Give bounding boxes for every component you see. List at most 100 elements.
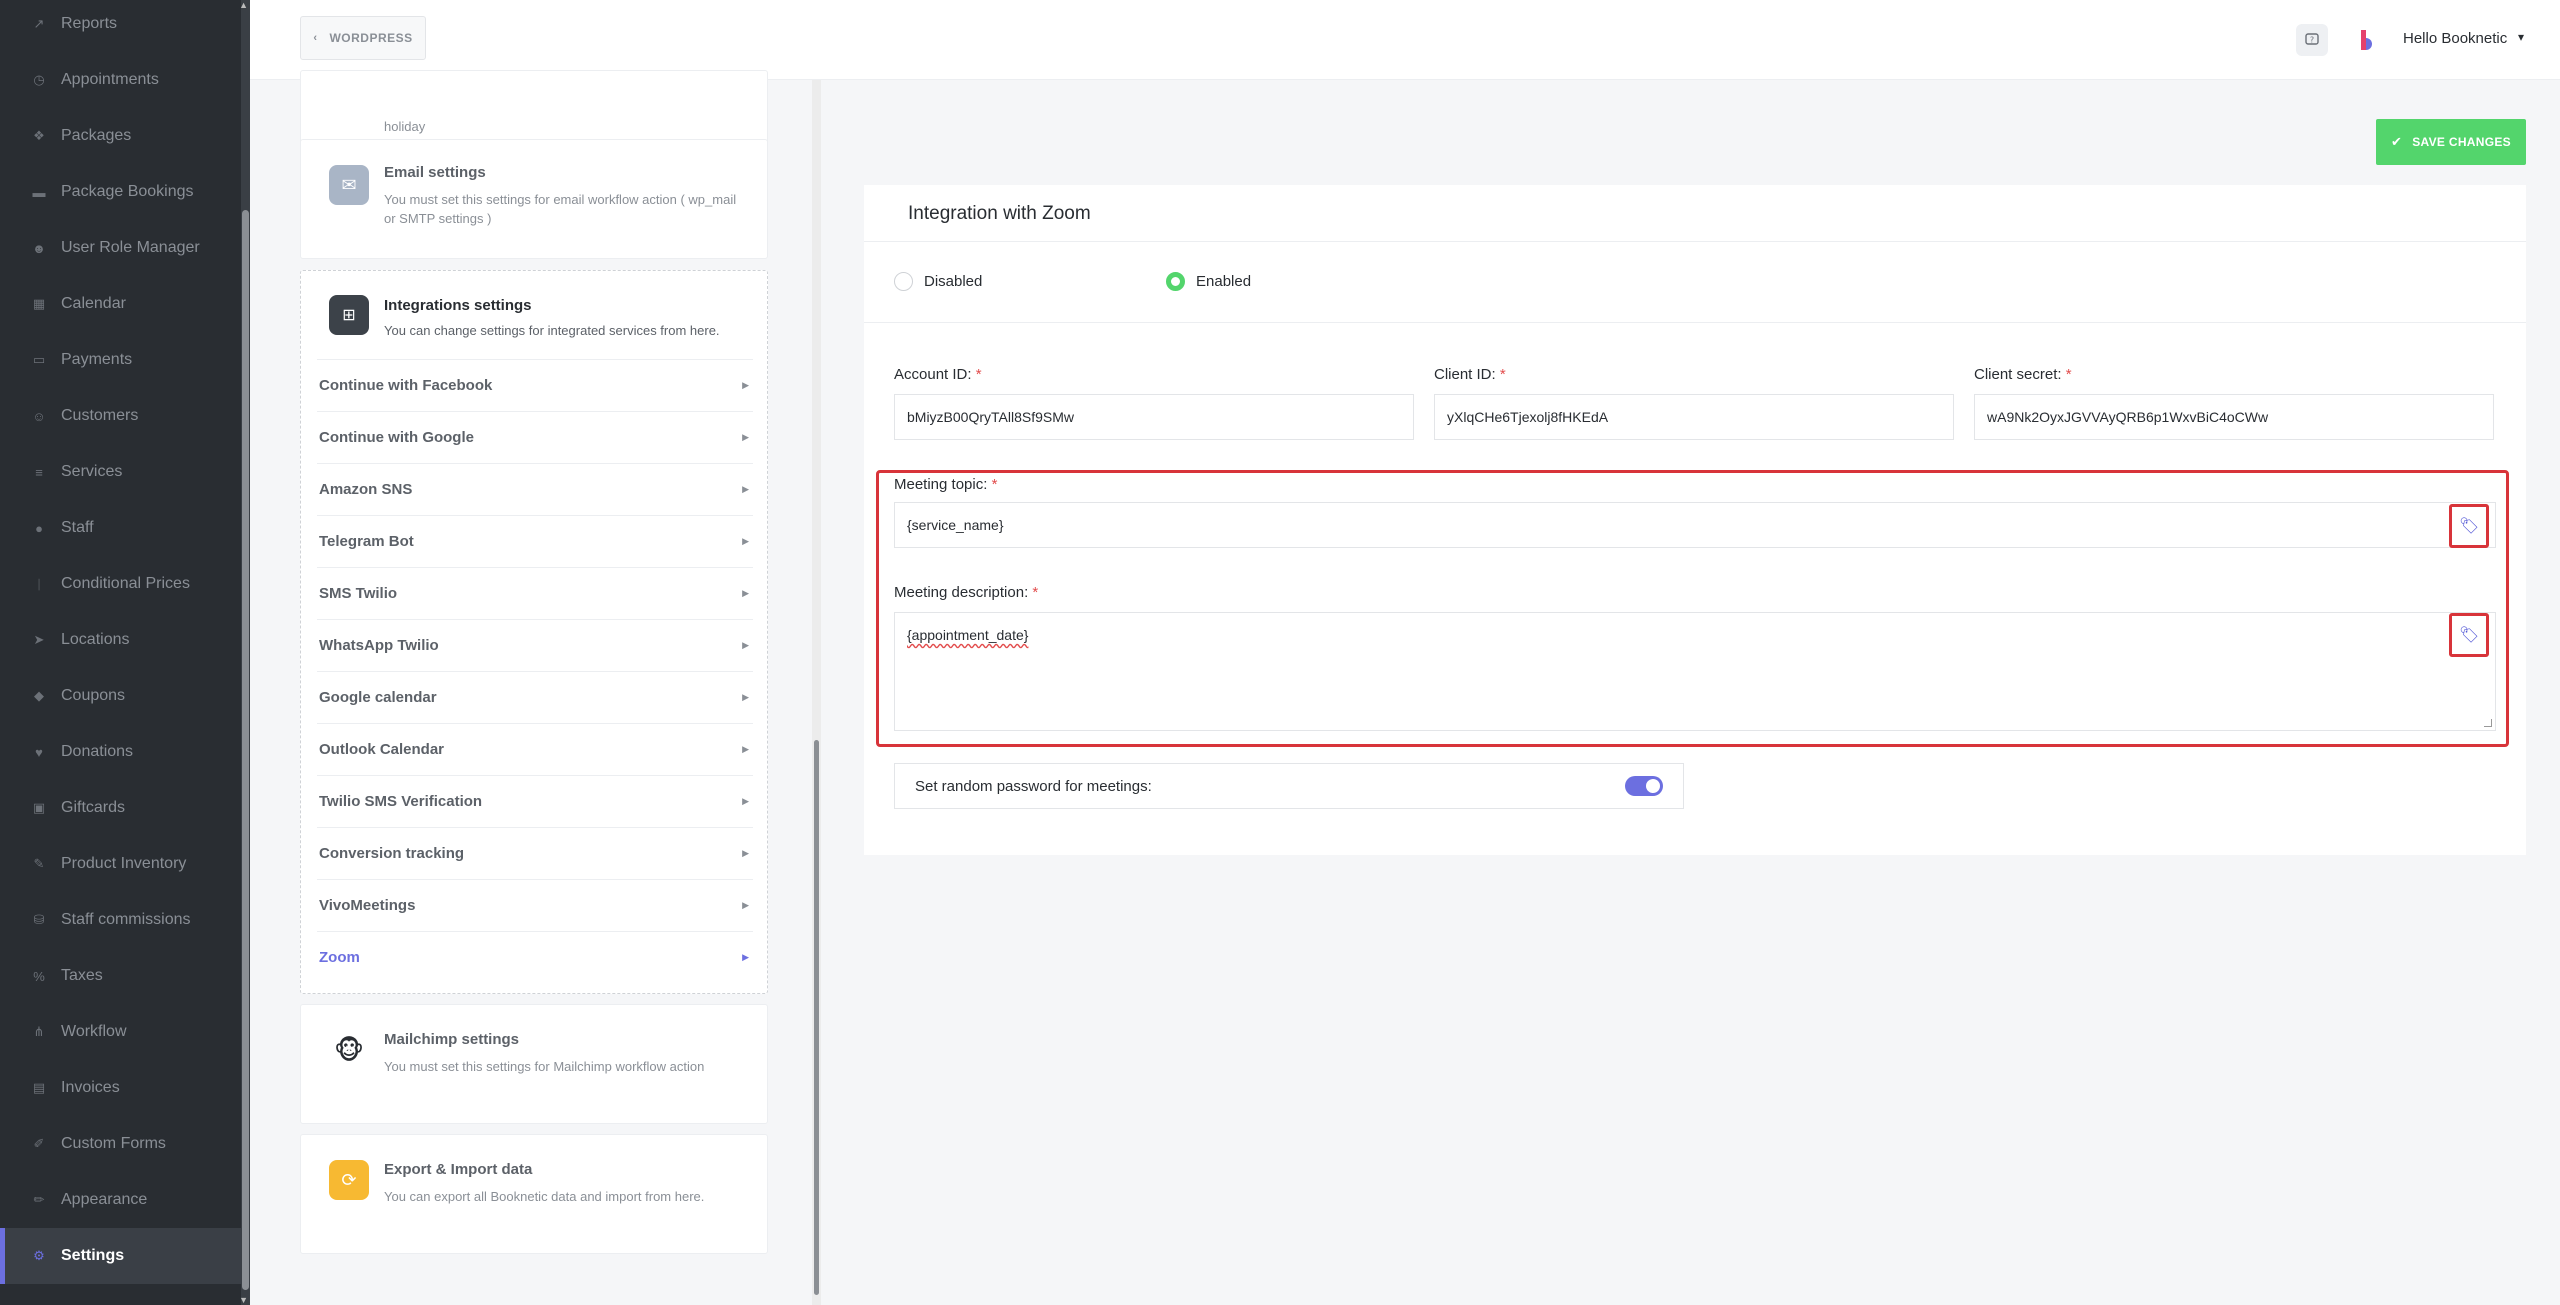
package-icon: ❖	[33, 128, 45, 143]
email-settings-card[interactable]: ✉ Email settings You must set this setti…	[300, 139, 768, 259]
client-id-input[interactable]: yXlqCHe6Tjexolj8fHKEdA	[1434, 394, 1954, 440]
integration-item-whatsapp-twilio[interactable]: WhatsApp Twilio ▶	[317, 619, 753, 671]
sidebar-item-customers[interactable]: ☺ Customers	[0, 388, 241, 444]
list-icon: ≡	[35, 464, 43, 480]
sidebar-item-payments[interactable]: ▭ Payments	[0, 332, 241, 388]
random-password-toggle[interactable]	[1625, 776, 1663, 796]
settings-list-panel: holiday ✉ Email settings You must set th…	[250, 70, 825, 1305]
mailchimp-settings-card[interactable]: 🐵 Mailchimp settings You must set this s…	[300, 1004, 768, 1124]
sidebar-item-label: Payments	[61, 351, 133, 368]
sidebar-item-workflow[interactable]: ⋔ Workflow	[0, 1004, 241, 1060]
integration-item-zoom[interactable]: Zoom ▶	[317, 931, 753, 983]
meeting-description-label-text: Meeting description:	[894, 584, 1029, 601]
check-icon: ✔	[2391, 134, 2403, 149]
sidebar-item-staff[interactable]: ● Staff	[0, 500, 241, 556]
meeting-description-textarea[interactable]: {appointment_date}	[894, 612, 2496, 731]
sidebar-item-label: Coupons	[61, 687, 126, 704]
sidebar-item-label: Calendar	[61, 295, 126, 312]
integration-item-twilio-sms-verification[interactable]: Twilio SMS Verification ▶	[317, 775, 753, 827]
calendar-icon: ▦	[32, 296, 46, 311]
meeting-topic-tag-button[interactable]: 🏷	[2449, 504, 2489, 548]
wordpress-back-button[interactable]: ‹ WORDPRESS	[300, 16, 426, 60]
meeting-topic-input[interactable]: {service_name}	[894, 502, 2496, 548]
sidebar-item-label: Product Inventory	[61, 855, 187, 872]
export-import-card[interactable]: ⟳ Export & Import data You can export al…	[300, 1134, 768, 1254]
caret-right-icon: ▶	[742, 536, 749, 546]
user-menu-name[interactable]: Hello Booknetic	[2403, 30, 2507, 47]
chevron-down-icon[interactable]: ▾	[2518, 30, 2524, 44]
scroll-up-arrow-icon[interactable]: ▲	[239, 0, 248, 10]
sidebar-item-staff-commissions[interactable]: ⛁ Staff commissions	[0, 892, 241, 948]
sidebar-item-appearance[interactable]: ✏ Appearance	[0, 1172, 241, 1228]
booknetic-logo-icon	[2361, 30, 2372, 50]
settings-list-scroll-thumb[interactable]	[814, 740, 819, 1295]
gear-icon: ⚙	[33, 1248, 45, 1263]
integrations-settings-card: ⊞ Integrations settings You can change s…	[300, 270, 768, 994]
top-bar: ‹ WORDPRESS ? Hello Booknetic ▾	[250, 0, 2560, 80]
radio-disabled[interactable]: Disabled	[894, 272, 982, 291]
save-changes-button[interactable]: ✔ SAVE CHANGES	[2376, 119, 2526, 165]
integration-item-label: Telegram Bot	[319, 533, 414, 550]
required-mark: *	[975, 366, 982, 383]
integration-item-continue-with-google[interactable]: Continue with Google ▶	[317, 411, 753, 463]
radio-disabled-dot[interactable]	[894, 272, 913, 291]
gift-icon: ▣	[32, 800, 46, 815]
integration-item-sms-twilio[interactable]: SMS Twilio ▶	[317, 567, 753, 619]
meeting-description-tag-button[interactable]: 🏷	[2449, 613, 2489, 657]
resize-grip-icon[interactable]	[2484, 719, 2492, 727]
inventory-icon: ✎	[33, 856, 45, 871]
integration-item-vivomeetings[interactable]: VivoMeetings ▶	[317, 879, 753, 931]
export-import-desc: You can export all Booknetic data and im…	[384, 1189, 705, 1204]
sidebar-item-appointments[interactable]: ◷ Appointments	[0, 52, 241, 108]
email-settings-desc: You must set this settings for email wor…	[384, 192, 737, 226]
sidebar-item-locations[interactable]: ➤ Locations	[0, 612, 241, 668]
required-mark: *	[991, 476, 998, 493]
integration-item-outlook-calendar[interactable]: Outlook Calendar ▶	[317, 723, 753, 775]
integration-item-telegram-bot[interactable]: Telegram Bot ▶	[317, 515, 753, 567]
sidebar-item-taxes[interactable]: % Taxes	[0, 948, 241, 1004]
sidebar-item-label: Staff commissions	[61, 911, 191, 928]
integration-item-google-calendar[interactable]: Google calendar ▶	[317, 671, 753, 723]
svg-text:?: ?	[2310, 36, 2314, 45]
integration-item-label: WhatsApp Twilio	[319, 637, 439, 654]
workflow-icon: ⋔	[33, 1024, 45, 1039]
holidays-card[interactable]: holiday	[300, 70, 768, 148]
scroll-down-arrow-icon[interactable]: ▼	[239, 1295, 248, 1305]
sidebar-item-packages[interactable]: ❖ Packages	[0, 108, 241, 164]
mailchimp-settings-desc: You must set this settings for Mailchimp…	[384, 1059, 705, 1074]
sidebar-item-label: Invoices	[61, 1079, 120, 1096]
sidebar-item-conditional-prices[interactable]: ᛁ Conditional Prices	[0, 556, 241, 612]
percent-icon: %	[33, 968, 45, 984]
sidebar-item-label: Settings	[61, 1247, 125, 1264]
sidebar-item-coupons[interactable]: ◆ Coupons	[0, 668, 241, 724]
conditional-icon: ᛁ	[35, 576, 43, 592]
integration-item-conversion-tracking[interactable]: Conversion tracking ▶	[317, 827, 753, 879]
help-chat-button[interactable]: ?	[2296, 24, 2328, 56]
integration-item-continue-with-facebook[interactable]: Continue with Facebook ▶	[317, 359, 753, 411]
account-id-label: Account ID: *	[894, 366, 982, 383]
caret-right-icon: ▶	[742, 380, 749, 390]
integration-item-amazon-sns[interactable]: Amazon SNS ▶	[317, 463, 753, 515]
sidebar-item-label: Conditional Prices	[61, 575, 190, 592]
account-id-input[interactable]: bMiyzB00QryTAll8Sf9SMw	[894, 394, 1414, 440]
sidebar-scroll-thumb[interactable]	[242, 210, 249, 1290]
sidebar-item-calendar[interactable]: ▦ Calendar	[0, 276, 241, 332]
sidebar-item-services[interactable]: ≡ Services	[0, 444, 241, 500]
tag-icon: ◆	[34, 688, 44, 703]
sidebar-item-user-role-manager[interactable]: ☻ User Role Manager	[0, 220, 241, 276]
sidebar-item-package-bookings[interactable]: ▬ Package Bookings	[0, 164, 241, 220]
sidebar-item-label: Staff	[61, 519, 94, 536]
sidebar-item-donations[interactable]: ♥ Donations	[0, 724, 241, 780]
sidebar-item-giftcards[interactable]: ▣ Giftcards	[0, 780, 241, 836]
sidebar-item-product-inventory[interactable]: ✎ Product Inventory	[0, 836, 241, 892]
sidebar-item-custom-forms[interactable]: ✐ Custom Forms	[0, 1116, 241, 1172]
integration-item-label: Continue with Google	[319, 429, 474, 446]
sidebar-item-settings[interactable]: ⚙ Settings	[0, 1228, 241, 1284]
radio-enabled[interactable]: Enabled	[1166, 272, 1251, 291]
sidebar-item-reports[interactable]: ↗ Reports	[0, 0, 241, 52]
forms-icon: ✐	[33, 1136, 45, 1151]
sidebar-item-invoices[interactable]: ▤ Invoices	[0, 1060, 241, 1116]
client-secret-input[interactable]: wA9Nk2OyxJGVVAyQRB6p1WxvBiC4oCWw	[1974, 394, 2494, 440]
radio-enabled-dot[interactable]	[1166, 272, 1185, 291]
staff-icon: ●	[35, 520, 43, 536]
